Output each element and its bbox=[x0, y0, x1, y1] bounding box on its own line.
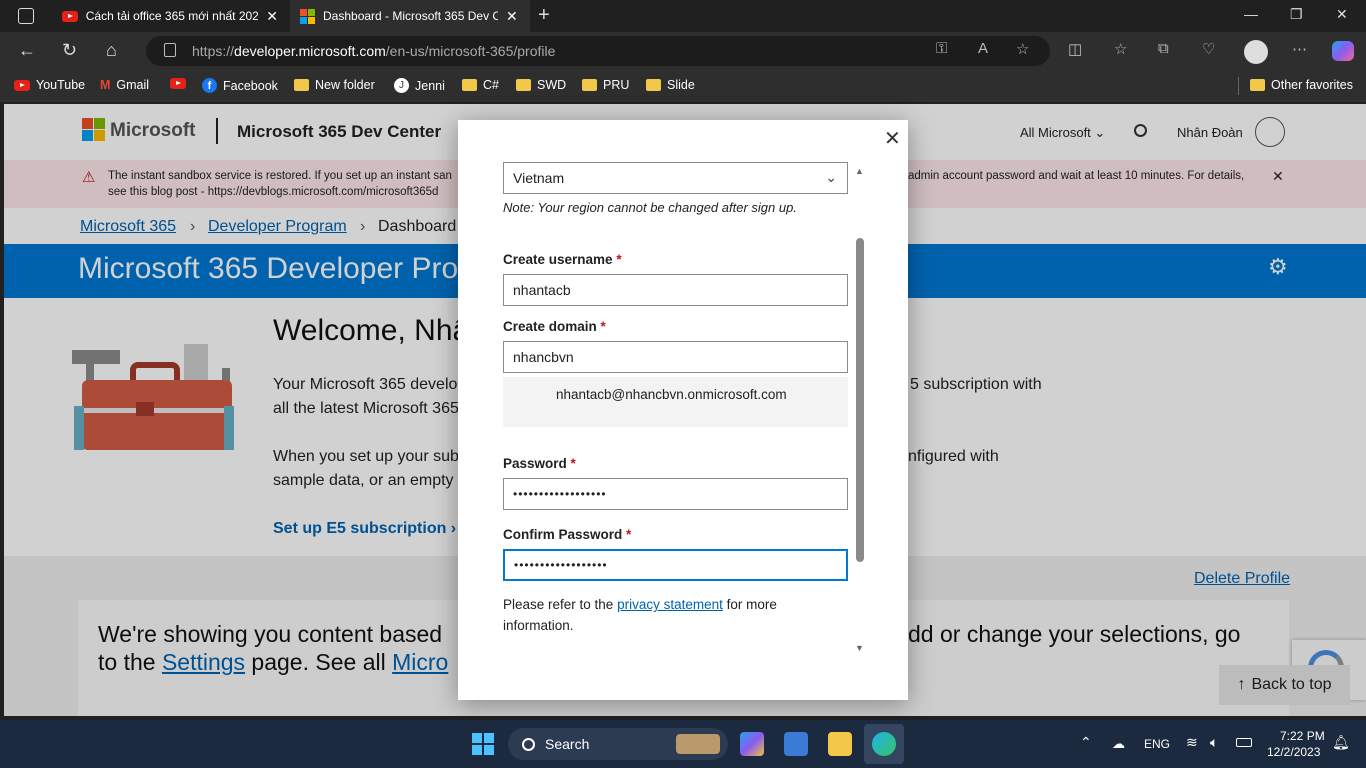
cloud-icon[interactable]: ☁ bbox=[1112, 736, 1125, 752]
facebook-icon: f bbox=[202, 78, 217, 93]
bookmark-swd[interactable]: SWD bbox=[516, 78, 566, 92]
tab-title: Cách tải office 365 mới nhất 2023 bbox=[85, 9, 259, 23]
favorites-icon[interactable]: ☆ bbox=[1114, 40, 1127, 58]
youtube-icon bbox=[14, 79, 30, 91]
volume-icon[interactable]: 🔈︎ bbox=[1210, 734, 1218, 751]
favorites-bar: YouTube M Gmail f Facebook New folder J Jen… bbox=[0, 70, 1366, 102]
microsoft-favicon bbox=[300, 8, 315, 24]
more-options-icon[interactable]: ⋯ bbox=[1292, 40, 1307, 58]
folder-icon bbox=[294, 79, 309, 91]
bookmark-new-folder[interactable]: New folder bbox=[294, 78, 375, 92]
battery-icon[interactable] bbox=[1236, 738, 1252, 747]
folder-icon bbox=[462, 79, 477, 91]
wifi-icon[interactable]: ≋ bbox=[1186, 734, 1198, 751]
tab-title: Dashboard - Microsoft 365 Dev C bbox=[323, 9, 498, 23]
bookmark-pru[interactable]: PRU bbox=[582, 78, 629, 92]
back-icon[interactable]: ← bbox=[18, 40, 36, 61]
gmail-icon: M bbox=[100, 78, 111, 92]
bookmark-other-favorites[interactable]: Other favorites bbox=[1250, 78, 1353, 92]
minimize-icon[interactable]: — bbox=[1244, 6, 1258, 22]
close-tab-icon[interactable]: ✕ bbox=[506, 8, 518, 25]
performance-icon[interactable]: ♡ bbox=[1202, 40, 1215, 58]
copilot-preview-icon[interactable] bbox=[740, 732, 764, 756]
folder-icon bbox=[516, 79, 531, 91]
copilot-icon[interactable] bbox=[1332, 41, 1354, 61]
language-indicator[interactable]: ENG bbox=[1144, 737, 1170, 751]
refresh-icon[interactable]: ↻ bbox=[62, 40, 77, 61]
search-highlight-icon bbox=[676, 734, 720, 754]
chevron-down-icon: ⌄ bbox=[825, 169, 837, 185]
taskbar-search[interactable]: Search bbox=[508, 728, 728, 760]
tab-dashboard[interactable]: Dashboard - Microsoft 365 Dev C ✕ bbox=[290, 0, 530, 32]
close-tab-icon[interactable]: ✕ bbox=[266, 8, 278, 25]
privacy-statement-link[interactable]: privacy statement bbox=[617, 597, 723, 612]
favorite-star-icon[interactable]: ☆ bbox=[1016, 40, 1029, 58]
file-explorer-icon[interactable] bbox=[828, 732, 852, 756]
lock-icon bbox=[164, 43, 176, 57]
close-dialog-icon[interactable]: ✕ bbox=[884, 126, 901, 151]
tab-youtube-video[interactable]: Cách tải office 365 mới nhất 2023 ✕ bbox=[52, 0, 288, 32]
address-bar[interactable]: https:// developer.microsoft.com /en-us/… bbox=[146, 36, 1050, 66]
read-aloud-icon[interactable]: A bbox=[978, 40, 988, 57]
search-icon bbox=[522, 737, 535, 751]
youtube-icon bbox=[170, 78, 186, 89]
browser-tab-bar: Cách tải office 365 mới nhất 2023 ✕ Dash… bbox=[0, 0, 1366, 32]
url-path: /en-us/microsoft-365/profile bbox=[385, 43, 556, 59]
clock-time[interactable]: 7:22 PM bbox=[1280, 729, 1325, 743]
folder-icon bbox=[1250, 79, 1265, 91]
password-input[interactable]: •••••••••••••••••• bbox=[503, 478, 848, 510]
email-preview: nhantacb@nhancbvn.onmicrosoft.com bbox=[556, 387, 787, 402]
microsoft-store-icon[interactable] bbox=[784, 732, 808, 756]
email-preview-box: nhantacb@nhancbvn.onmicrosoft.com bbox=[503, 377, 848, 427]
collections-icon[interactable]: ⧉ bbox=[1158, 40, 1169, 57]
start-windows-icon[interactable] bbox=[472, 733, 494, 755]
domain-label: Create domain * bbox=[503, 319, 606, 334]
split-screen-icon[interactable]: ◫ bbox=[1068, 40, 1082, 58]
bookmark-youtube[interactable]: YouTube bbox=[14, 78, 85, 92]
username-input[interactable]: nhantacb bbox=[503, 274, 848, 306]
youtube-icon bbox=[62, 10, 78, 22]
scroll-up-arrow-icon[interactable]: ▲ bbox=[855, 166, 864, 176]
key-icon[interactable]: ⚿ bbox=[936, 40, 947, 57]
region-note: Note: Your region cannot be changed afte… bbox=[503, 200, 797, 215]
clock-date[interactable]: 12/2/2023 bbox=[1267, 745, 1320, 759]
url-prefix: https:// bbox=[192, 43, 235, 59]
address-toolbar: ← ↻ ⌂ https:// developer.microsoft.com /… bbox=[0, 32, 1366, 70]
bookmark-gmail[interactable]: M Gmail bbox=[100, 78, 149, 92]
favorites-divider bbox=[1238, 77, 1239, 95]
edge-browser-icon[interactable] bbox=[872, 732, 896, 756]
home-icon[interactable]: ⌂ bbox=[106, 40, 117, 61]
close-window-icon[interactable]: ✕ bbox=[1336, 6, 1348, 23]
new-tab-icon[interactable]: + bbox=[538, 4, 550, 27]
bookmark-slide[interactable]: Slide bbox=[646, 78, 695, 92]
bookmark-csharp[interactable]: C# bbox=[462, 78, 499, 92]
profile-avatar-icon[interactable] bbox=[1244, 40, 1268, 64]
scroll-down-arrow-icon[interactable]: ▼ bbox=[855, 643, 864, 653]
bookmark-youtube-video[interactable] bbox=[170, 78, 186, 89]
restore-icon[interactable]: ❐ bbox=[1290, 6, 1303, 23]
username-label: Create username * bbox=[503, 252, 622, 267]
folder-icon bbox=[646, 79, 661, 91]
notification-bell-icon[interactable]: 🔔︎ bbox=[1332, 734, 1350, 751]
bookmark-jenni[interactable]: J Jenni bbox=[394, 78, 445, 93]
confirm-password-input[interactable]: •••••••••••••••••• bbox=[503, 549, 848, 581]
workspaces-icon[interactable] bbox=[18, 8, 34, 24]
folder-icon bbox=[582, 79, 597, 91]
bookmark-facebook[interactable]: f Facebook bbox=[202, 78, 278, 93]
privacy-text: Please refer to the privacy statement fo… bbox=[503, 597, 777, 633]
country-select[interactable]: Vietnam ⌄ bbox=[503, 162, 848, 194]
password-label: Password * bbox=[503, 456, 576, 471]
profile-dialog: ✕ Vietnam ⌄ Note: Your region cannot be … bbox=[458, 120, 908, 700]
chevron-up-icon[interactable]: ⌃ bbox=[1080, 734, 1092, 751]
windows-taskbar: Search ⌃ ☁ ENG ≋ 🔈︎ 7:22 PM 12/2/2023 🔔︎ bbox=[0, 720, 1366, 768]
dialog-scrollbar[interactable] bbox=[856, 238, 864, 562]
confirm-password-label: Confirm Password * bbox=[503, 527, 632, 542]
jenni-icon: J bbox=[394, 78, 409, 93]
domain-input[interactable]: nhancbvn bbox=[503, 341, 848, 373]
url-host: developer.microsoft.com bbox=[234, 43, 386, 59]
